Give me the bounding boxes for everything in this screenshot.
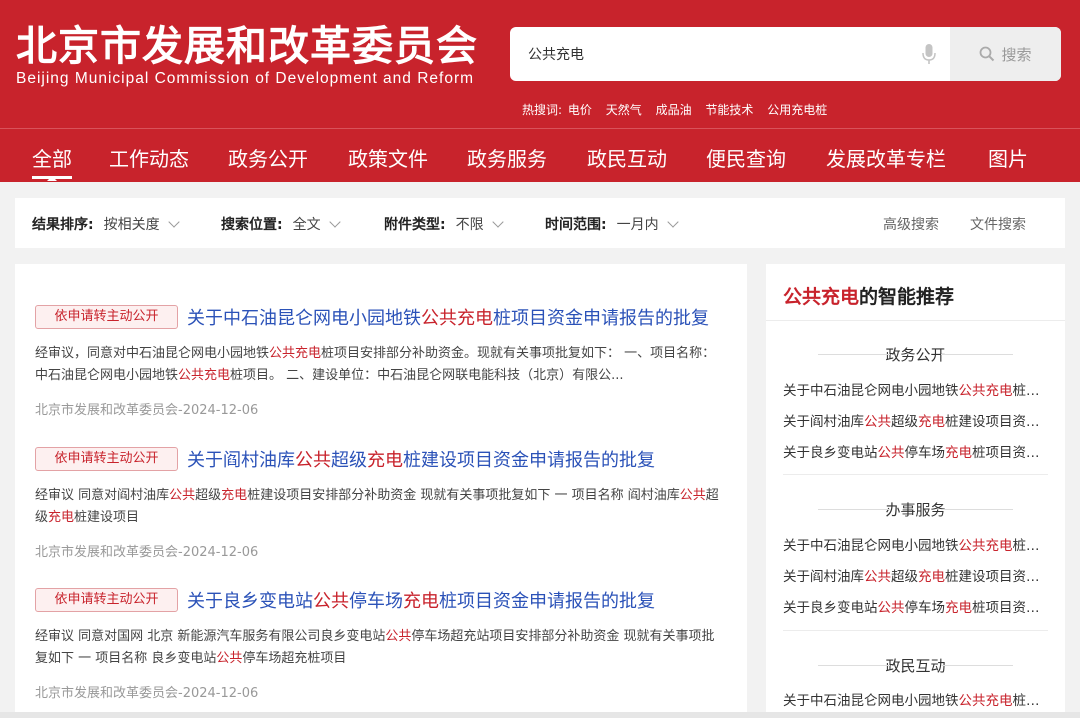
attachment-filter[interactable]: 附件类型: 不限 xyxy=(384,214,504,234)
hot-word[interactable]: 电价 xyxy=(568,103,592,117)
nav-item-policy-docs[interactable]: 政策文件 xyxy=(348,143,428,172)
site-header: 北京市发展和改革委员会 Beijing Municipal Commission… xyxy=(0,0,1080,182)
search-icon xyxy=(980,46,995,62)
chevron-down-icon[interactable] xyxy=(666,215,679,228)
nav-item-images[interactable]: 图片 xyxy=(988,143,1028,172)
result-snippet: 经审议 同意对国网 北京 新能源汽车服务有限公司良乡变电站公共停车场超充站项目安… xyxy=(35,629,715,666)
main-nav: 全部 工作动态 政务公开 政策文件 政务服务 政民互动 便民查询 发展改革专栏 … xyxy=(0,129,1080,182)
recommendation-link[interactable]: 关于良乡变电站公共停车场充电桩项目资金申请报告的批复 xyxy=(783,596,1041,616)
location-filter[interactable]: 搜索位置: 全文 xyxy=(221,214,341,234)
filter-bar: 结果排序: 按相关度 搜索位置: 全文 附件类型: 不限 时间范围: 一月内 高… xyxy=(15,198,1065,248)
search-input[interactable] xyxy=(510,27,950,81)
sort-filter[interactable]: 结果排序: 按相关度 xyxy=(32,214,180,234)
time-filter-value[interactable]: 一月内 xyxy=(617,214,659,234)
divider xyxy=(783,630,1048,631)
nav-item-gov-disclosure[interactable]: 政务公开 xyxy=(228,143,308,172)
nav-item-work-news[interactable]: 工作动态 xyxy=(109,143,189,172)
time-filter[interactable]: 时间范围: 一月内 xyxy=(545,214,679,234)
location-filter-label: 搜索位置: xyxy=(221,217,283,233)
result-source: 北京市发展和改革委员会-2024-12-06 xyxy=(35,545,259,560)
divider xyxy=(766,320,1065,321)
recommendation-link[interactable]: 关于良乡变电站公共停车场充电桩项目资金申请报告的批复 xyxy=(783,441,1041,461)
search-button[interactable]: 搜索 xyxy=(950,27,1061,81)
hot-word[interactable]: 天然气 xyxy=(606,103,642,117)
section-heading: 办事服务 xyxy=(766,499,1065,520)
nav-item-public-query[interactable]: 便民查询 xyxy=(706,143,786,172)
recommendation-link[interactable]: 关于中石油昆仑网电小园地铁公共充电桩项目资金申请报告的批复 xyxy=(783,689,1041,709)
time-filter-label: 时间范围: xyxy=(545,217,607,233)
hot-search-label: 热搜词: xyxy=(522,103,563,117)
hot-search-words: 热搜词: 电价 天然气 成品油 节能技术 公用充电桩 xyxy=(522,101,837,118)
result-source: 北京市发展和改革委员会-2024-12-06 xyxy=(35,686,259,701)
recommendation-link[interactable]: 关于中石油昆仑网电小园地铁公共充电桩项目资金申请报告的批复 xyxy=(783,534,1041,554)
recommendation-link[interactable]: 关于阎村油库公共超级充电桩建设项目资金申请报告的批复 xyxy=(783,565,1041,585)
result-title[interactable]: 关于中石油昆仑网电小园地铁公共充电桩项目资金申请报告的批复 xyxy=(187,304,709,330)
advanced-search-link[interactable]: 高级搜索 xyxy=(883,214,939,234)
smart-recommendations: 公共充电的智能推荐 政务公开 关于中石油昆仑网电小园地铁公共充电桩项目资金申请报… xyxy=(766,264,1065,718)
nav-item-all[interactable]: 全部 xyxy=(32,143,72,181)
section-heading: 政务公开 xyxy=(766,344,1065,365)
result-title[interactable]: 关于良乡变电站公共停车场充电桩项目资金申请报告的批复 xyxy=(187,587,655,613)
attachment-filter-value[interactable]: 不限 xyxy=(456,214,484,234)
result-snippet: 经审议 同意对阎村油库公共超级充电桩建设项目安排部分补助资金 现就有关事项批复如… xyxy=(35,488,719,525)
nav-item-reform-column[interactable]: 发展改革专栏 xyxy=(826,143,946,172)
nav-item-gov-services[interactable]: 政务服务 xyxy=(467,143,547,172)
file-search-link[interactable]: 文件搜索 xyxy=(970,214,1026,234)
recommendations-title: 公共充电的智能推荐 xyxy=(783,286,955,308)
site-title[interactable]: 北京市发展和改革委员会 xyxy=(16,12,478,72)
recommendation-link[interactable]: 关于阎村油库公共超级充电桩建设项目资金申请报告的批复 xyxy=(783,410,1041,430)
disclosure-tag: 依申请转主动公开 xyxy=(35,588,178,612)
location-filter-value[interactable]: 全文 xyxy=(293,214,321,234)
nav-item-interaction[interactable]: 政民互动 xyxy=(587,143,667,172)
chevron-down-icon[interactable] xyxy=(328,215,341,228)
disclosure-tag: 依申请转主动公开 xyxy=(35,447,178,471)
sort-filter-value[interactable]: 按相关度 xyxy=(104,214,160,234)
search-button-label: 搜索 xyxy=(1001,45,1032,64)
result-source: 北京市发展和改革委员会-2024-12-06 xyxy=(35,403,259,418)
microphone-icon[interactable] xyxy=(922,44,936,64)
section-heading: 政民互动 xyxy=(766,655,1065,676)
hot-word[interactable]: 节能技术 xyxy=(705,103,753,117)
hot-word[interactable]: 成品油 xyxy=(656,103,692,117)
chevron-down-icon[interactable] xyxy=(491,215,504,228)
result-title[interactable]: 关于阎村油库公共超级充电桩建设项目资金申请报告的批复 xyxy=(187,446,655,472)
chevron-down-icon[interactable] xyxy=(167,215,180,228)
result-snippet: 经审议，同意对中石油昆仑网电小园地铁公共充电桩项目安排部分补助资金。现就有关事项… xyxy=(35,346,716,383)
sort-filter-label: 结果排序: xyxy=(32,217,94,233)
disclosure-tag: 依申请转主动公开 xyxy=(35,305,178,329)
divider xyxy=(783,474,1048,475)
site-subtitle: Beijing Municipal Commission of Developm… xyxy=(16,70,475,87)
hot-word[interactable]: 公用充电桩 xyxy=(767,103,827,117)
horizontal-scrollbar[interactable] xyxy=(0,712,1080,718)
attachment-filter-label: 附件类型: xyxy=(384,217,446,233)
search-bar: 搜索 xyxy=(510,27,1061,81)
recommendation-link[interactable]: 关于中石油昆仑网电小园地铁公共充电桩项目资金申请报告的批复 xyxy=(783,379,1041,399)
search-results: 依申请转主动公开 关于中石油昆仑网电小园地铁公共充电桩项目资金申请报告的批复 经… xyxy=(15,264,747,718)
